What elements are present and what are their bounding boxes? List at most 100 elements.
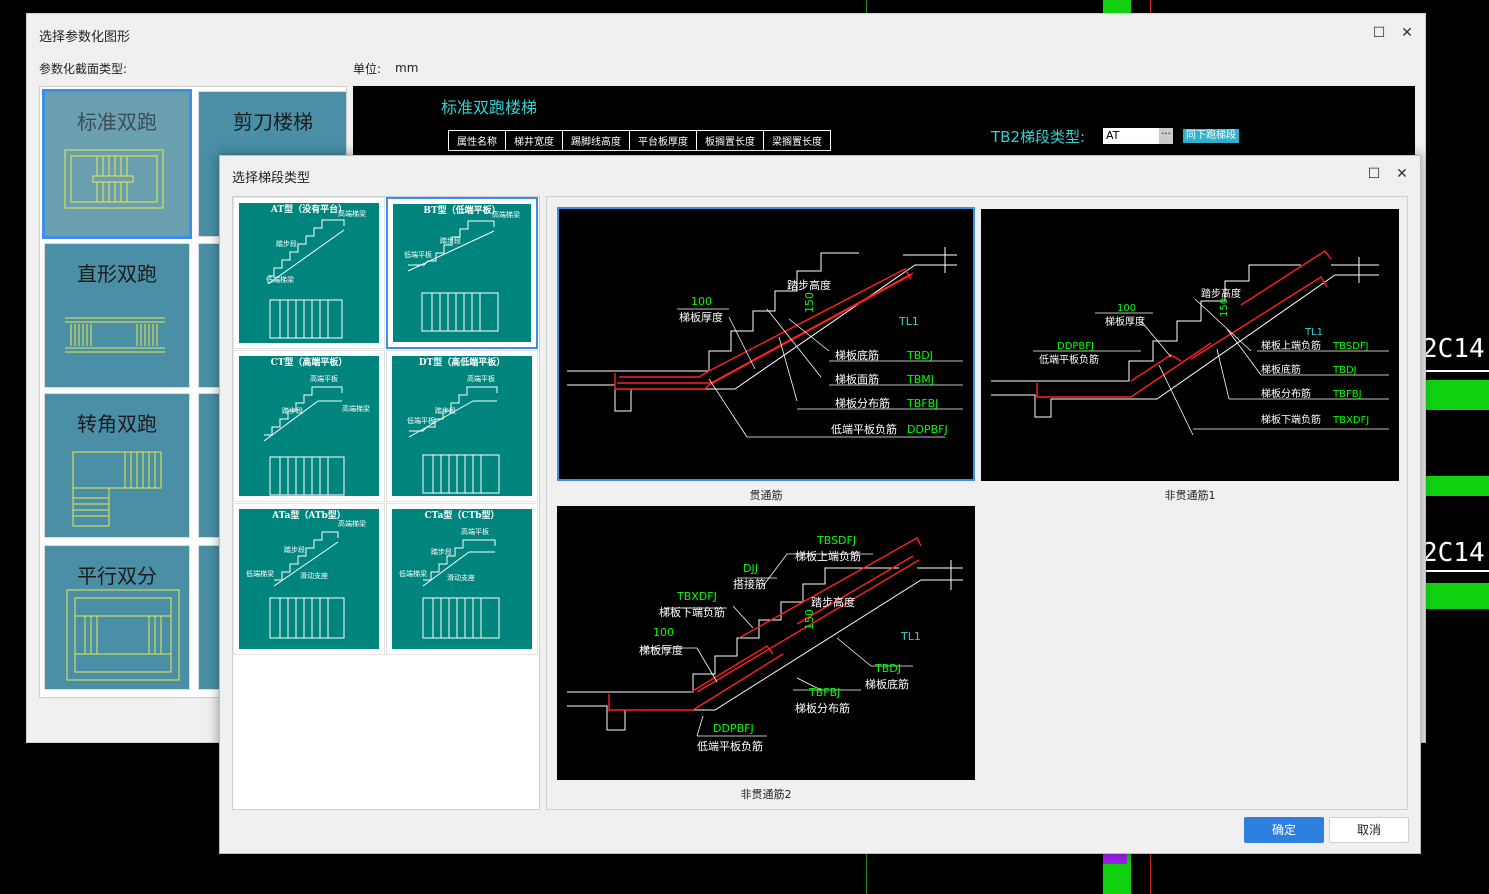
unit-label: 单位: bbox=[353, 62, 382, 76]
rebar-label: 梯板底筋 bbox=[865, 677, 909, 691]
close-icon[interactable]: ✕ bbox=[1399, 25, 1415, 41]
type-card-ata[interactable]: ATa型（ATb型） 踏步段 高端梯梁 低端梯梁 滑动支座 bbox=[233, 503, 385, 655]
stair-section-icon: 踏步段 高端梯梁低端梯梁 bbox=[266, 209, 366, 339]
type-label: 高端梯梁 bbox=[338, 209, 366, 218]
rebar-label: TBXDFJ bbox=[1332, 415, 1369, 426]
type-label: 低端梯梁 bbox=[399, 569, 427, 578]
cad-line-v2 bbox=[866, 854, 867, 894]
type-card-cta[interactable]: CTa型（CTb型） 踏步段 高端平板 低端梯梁 滑动支座 bbox=[386, 503, 538, 655]
shape-card-label: 剪刀楼梯 bbox=[233, 110, 313, 134]
rebar-option-caption: 非贯通筋1 bbox=[1164, 489, 1216, 502]
stair-section-icon: 踏步段 高端平板低端梯梁 滑动支座 bbox=[399, 527, 500, 639]
cad-line-v bbox=[866, 0, 867, 13]
rebar-label: TL1 bbox=[898, 315, 919, 328]
maximize-icon[interactable]: ☐ bbox=[1366, 166, 1382, 182]
table-header: 踢脚线高度 bbox=[562, 130, 630, 151]
rebar-label: TBSDFJ bbox=[816, 534, 856, 547]
cad-line-v3 bbox=[1150, 0, 1151, 13]
stair-plan-icon bbox=[65, 317, 165, 353]
rebar-label: 150 bbox=[1219, 298, 1230, 317]
rebar-label: DDPBFJ bbox=[907, 423, 948, 436]
table-header: 梁搁置长度 bbox=[763, 130, 831, 151]
type-label: 踏步段 bbox=[431, 547, 452, 556]
type-label: 滑动支座 bbox=[447, 573, 475, 582]
rebar-image-panel[interactable]: 100 梯板厚度 踏步高度 150 TL1 梯板底筋 TBDJ 梯板面筋 TBM… bbox=[546, 196, 1408, 810]
rebar-label: 低端平板负筋 bbox=[1039, 353, 1099, 366]
cad-green-bar-2 bbox=[1426, 476, 1489, 496]
stair-plan-icon bbox=[64, 149, 164, 209]
rebar-option-non-through-1[interactable]: 100 梯板厚度 踏步高度 150 TL1 DDPBFJ 低端平板负筋 梯板上端… bbox=[981, 209, 1399, 481]
shape-card-parallel-split[interactable]: 平行双分 bbox=[44, 545, 190, 690]
cad-green-column bbox=[1103, 0, 1131, 13]
rebar-option-through[interactable]: 100 梯板厚度 踏步高度 150 TL1 梯板底筋 TBDJ 梯板面筋 TBM… bbox=[557, 207, 975, 481]
segment-type-list[interactable]: AT型（没有平台） 踏步段 高端梯梁 低端梯梁 BT型（低端平板） 踏步段 高端梯梁低… bbox=[232, 196, 540, 810]
type-label: 高端平板 bbox=[310, 374, 338, 383]
rebar-label: TBFBJ bbox=[1332, 389, 1362, 400]
shape-card-straight-double[interactable]: 直形双跑 bbox=[44, 243, 190, 388]
type-card-at[interactable]: AT型（没有平台） 踏步段 高端梯梁 低端梯梁 bbox=[233, 197, 385, 349]
type-label: 踏步段 bbox=[282, 406, 303, 415]
cad-grey-area bbox=[1426, 0, 1489, 894]
dialog-title: 选择梯段类型 bbox=[232, 171, 311, 186]
stair-plan-icon bbox=[66, 589, 180, 681]
tb2-type-value: AT bbox=[1106, 129, 1120, 142]
cad-text-1: 2C14; bbox=[1422, 334, 1489, 364]
same-as-lower-button[interactable]: 同下跑梯段 bbox=[1183, 129, 1239, 143]
type-label: 低端梯梁 bbox=[246, 569, 274, 578]
tb2-type-label: TB2梯段类型: bbox=[991, 128, 1086, 146]
rebar-label: DDPBFJ bbox=[1057, 341, 1094, 352]
rebar-label: 梯板下端负筋 bbox=[659, 605, 725, 619]
rebar-drawing: TBSDFJ 梯板上端负筋 DJJ 搭接筋 TBXDFJ 梯板下端负筋 踏步高度… bbox=[567, 534, 963, 753]
rebar-label: TBFBJ bbox=[906, 397, 938, 410]
stair-section-icon: 踏步段 高端梯梁低端梯梁 滑动支座 bbox=[246, 519, 366, 639]
type-label: 高端平板 bbox=[461, 527, 489, 536]
rebar-option-non-through-2[interactable]: TBSDFJ 梯板上端负筋 DJJ 搭接筋 TBXDFJ 梯板下端负筋 踏步高度… bbox=[557, 506, 975, 780]
rebar-drawing: 100 梯板厚度 踏步高度 150 TL1 梯板底筋 TBDJ 梯板面筋 TBM… bbox=[567, 247, 963, 438]
rebar-label: TBFBJ bbox=[808, 686, 840, 699]
rebar-label: 搭接筋 bbox=[733, 577, 766, 591]
rebar-label: 梯板下端负筋 bbox=[1261, 413, 1321, 426]
stair-plan-icon bbox=[72, 451, 162, 527]
rebar-label: 梯板厚度 bbox=[1105, 315, 1145, 328]
rebar-label: TBMJ bbox=[906, 373, 934, 386]
type-label: 踏步段 bbox=[440, 236, 461, 245]
rebar-label: TBXDFJ bbox=[676, 590, 717, 603]
rebar-label: TBSDFJ bbox=[1332, 341, 1369, 352]
cancel-button[interactable]: 取消 bbox=[1329, 817, 1409, 843]
rebar-label: 梯板分布筋 bbox=[835, 396, 890, 410]
rebar-label: TBDJ bbox=[906, 349, 933, 362]
type-card-dt[interactable]: DT型（高低端平板） 踏步段 高端平板 低端平板 bbox=[386, 350, 538, 502]
rebar-label: 梯板面筋 bbox=[835, 372, 879, 386]
type-card-bt[interactable]: BT型（低端平板） 踏步段 高端梯梁 低端平板 bbox=[386, 197, 538, 349]
type-label: 踏步段 bbox=[284, 545, 305, 554]
ok-button[interactable]: 确定 bbox=[1244, 817, 1324, 843]
rebar-label: 梯板上端负筋 bbox=[795, 549, 861, 563]
type-card-ct[interactable]: CT型（高端平板） 踏步段 高端平板 高端梯梁 bbox=[233, 350, 385, 502]
close-icon[interactable]: ✕ bbox=[1394, 166, 1410, 182]
maximize-icon[interactable]: ☐ bbox=[1371, 25, 1387, 41]
rebar-label: TBDJ bbox=[1332, 365, 1357, 376]
dialog-title: 选择参数化图形 bbox=[39, 30, 131, 45]
rebar-label: 低端平板负筋 bbox=[697, 739, 763, 753]
shape-card-standard-double[interactable]: 标准双跑 bbox=[42, 89, 192, 239]
cad-white-line-2 bbox=[1426, 570, 1489, 572]
table-header: 属性名称 bbox=[448, 130, 506, 151]
cad-green-bar-1 bbox=[1426, 380, 1489, 410]
preview-title: 标准双跑楼梯 bbox=[441, 98, 538, 117]
more-icon[interactable]: ··· bbox=[1159, 128, 1173, 144]
rebar-label: 低端平板负筋 bbox=[831, 422, 897, 436]
rebar-option-caption: 贯通筋 bbox=[749, 489, 783, 502]
rebar-label: 梯板分布筋 bbox=[1261, 387, 1311, 400]
type-label: 高端梯梁 bbox=[342, 404, 370, 413]
table-header: 板搁置长度 bbox=[696, 130, 764, 151]
table-header: 平台板厚度 bbox=[629, 130, 697, 151]
rebar-label: 梯板底筋 bbox=[835, 348, 879, 362]
rebar-label: 梯板厚度 bbox=[639, 643, 683, 657]
rebar-label: 100 bbox=[691, 295, 712, 308]
unit-value: mm bbox=[395, 61, 419, 75]
type-label: 高端梯梁 bbox=[492, 210, 520, 219]
stair-section-icon: 踏步段 高端梯梁低端平板 bbox=[404, 210, 520, 332]
rebar-label: 梯板厚度 bbox=[679, 310, 723, 324]
tb2-type-input[interactable]: AT ··· bbox=[1103, 128, 1173, 144]
shape-card-corner-double[interactable]: 转角双跑 bbox=[44, 393, 190, 538]
